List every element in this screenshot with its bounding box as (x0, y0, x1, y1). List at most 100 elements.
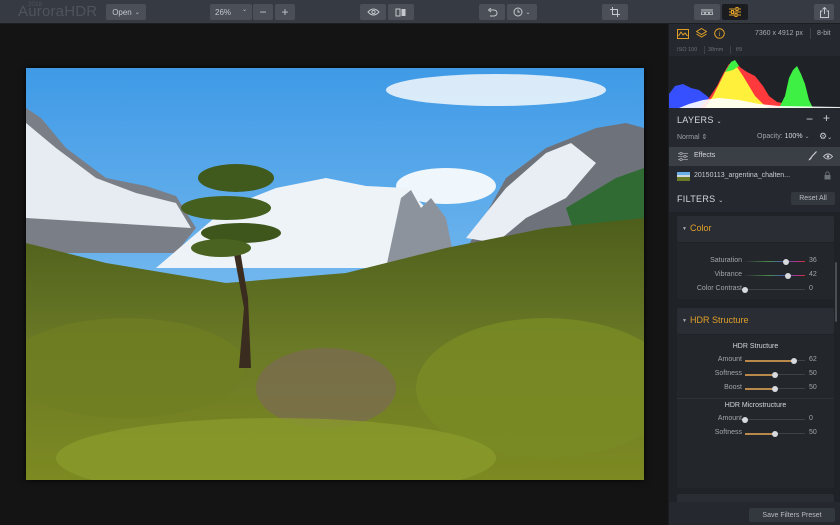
blend-mode-value: Normal (677, 134, 700, 141)
filters-list[interactable]: ▼ Color Saturation 36 Vibrance 42 Color … (669, 212, 840, 502)
reset-all-label: Reset All (799, 195, 827, 202)
filters-title[interactable]: FILTERS ⌄ (677, 194, 724, 204)
compare-button[interactable] (388, 4, 414, 20)
opacity-value: 100% (784, 133, 803, 140)
slider-knob[interactable] (784, 272, 791, 279)
layer-row-effects[interactable]: Effects (669, 147, 840, 166)
slider-color-contrast[interactable]: Color Contrast 0 (677, 284, 834, 296)
layers-header: LAYERS ⌄ − + (669, 110, 840, 130)
slider-knob[interactable] (742, 286, 748, 293)
slider-knob[interactable] (772, 385, 778, 392)
slider-vibrance[interactable]: Vibrance 42 (677, 270, 834, 282)
section-title: HDR Denoise (690, 501, 745, 502)
blend-mode-select[interactable]: Normal ⇕ (677, 133, 707, 141)
image-canvas[interactable] (0, 25, 668, 525)
share-button[interactable] (814, 4, 834, 20)
layer-row-image[interactable]: 20150113_argentina_chalten... (669, 167, 840, 186)
slider-label: Amount (717, 415, 742, 422)
slider-label: Softness (714, 370, 742, 377)
slider-microstructure-amount[interactable]: Amount 0 (677, 414, 834, 426)
chevron-down-icon: ⌄ (718, 198, 724, 204)
slider-knob[interactable] (772, 371, 778, 378)
slider-structure-softness[interactable]: Softness 50 (677, 369, 834, 381)
chevron-down-icon: ⌄ (134, 9, 140, 16)
group-title: HDR Structure (732, 343, 779, 350)
updown-chevron-icon: ⇕ (701, 134, 708, 141)
bit-depth: 8-bit (817, 30, 831, 37)
slider-knob[interactable] (782, 258, 789, 265)
slider-knob[interactable] (790, 357, 797, 364)
zoom-value: 26% (215, 7, 232, 17)
remove-layer-button[interactable]: − (806, 112, 813, 126)
adjustments-panel-button[interactable] (722, 4, 748, 20)
layers-title[interactable]: LAYERS ⌄ (677, 115, 722, 125)
undo-icon (487, 7, 497, 16)
slider-label: Amount (717, 356, 742, 363)
color-section-body: Saturation 36 Vibrance 42 Color Contrast… (677, 243, 834, 299)
zoom-out-button[interactable]: − (253, 4, 273, 20)
layer-thumbnail (677, 172, 690, 181)
exif-row: ISO 100 38mm f/9 (669, 44, 840, 56)
landscape-photo (26, 68, 644, 480)
collapse-triangle-icon: ▼ (682, 318, 687, 324)
zoom-in-button[interactable]: + (275, 4, 295, 20)
slider-track[interactable] (745, 357, 805, 364)
presets-panel-button[interactable] (694, 4, 720, 20)
slider-structure-boost[interactable]: Boost 50 (677, 383, 834, 395)
filter-section-hdr-denoise[interactable]: ▼ HDR Denoise (677, 494, 834, 502)
hdr-structure-body: HDR Structure Amount 62 Softness 50 Boos… (677, 335, 834, 488)
slider-track[interactable] (745, 258, 805, 265)
add-layer-button[interactable]: + (823, 111, 830, 125)
undo-button[interactable] (479, 4, 505, 20)
reset-all-button[interactable]: Reset All (791, 192, 835, 205)
slider-label: Boost (724, 384, 742, 391)
eye-icon[interactable] (823, 153, 833, 160)
lock-icon[interactable] (824, 171, 831, 180)
slider-value: 50 (809, 384, 817, 391)
preview-button[interactable] (360, 4, 386, 20)
history-button[interactable]: ⌄ (507, 4, 537, 20)
slider-value: 0 (809, 415, 813, 422)
opacity-label: Opacity: (757, 133, 783, 140)
crop-button[interactable] (602, 4, 628, 20)
slider-knob[interactable] (772, 430, 778, 437)
slider-saturation[interactable]: Saturation 36 (677, 256, 834, 268)
slider-track[interactable] (745, 272, 805, 279)
info-icon[interactable]: i (714, 28, 725, 39)
collapse-triangle-icon: ▼ (682, 226, 687, 232)
app-logo: 2018 AuroraHDR (18, 2, 97, 20)
plus-icon: + (281, 5, 289, 19)
divider (677, 398, 834, 399)
slider-track[interactable] (742, 286, 805, 293)
filters-scrollbar[interactable] (835, 262, 837, 322)
slider-knob[interactable] (742, 416, 748, 423)
chevron-down-icon: ⌄ (241, 7, 247, 13)
save-filters-preset-button[interactable]: Save Filters Preset (749, 508, 835, 522)
layer-settings-gear-icon[interactable]: ⚙⌄ (819, 131, 832, 142)
histogram-icon[interactable] (677, 29, 689, 39)
slider-track[interactable] (745, 430, 805, 437)
layer-options-row: Normal ⇕ Opacity: 100% ⌄ ⚙⌄ (669, 130, 840, 145)
opacity-select[interactable]: Opacity: 100% ⌄ (757, 133, 810, 140)
zoom-select[interactable]: 26% ⌄ (210, 4, 252, 20)
filter-section-hdr-structure[interactable]: ▼ HDR Structure (677, 308, 834, 334)
layers-stack-icon[interactable] (696, 28, 707, 39)
slider-label: Saturation (710, 257, 742, 264)
presets-strip-icon (701, 9, 713, 15)
slider-track[interactable] (745, 371, 805, 378)
slider-structure-amount[interactable]: Amount 62 (677, 355, 834, 367)
slider-microstructure-softness[interactable]: Softness 50 (677, 428, 834, 440)
slider-value: 50 (809, 370, 817, 377)
split-compare-icon (395, 8, 406, 16)
open-button[interactable]: Open ⌄ (106, 4, 146, 20)
section-title: HDR Structure (690, 315, 749, 325)
brush-icon[interactable] (808, 151, 817, 161)
slider-track[interactable] (745, 385, 805, 392)
slider-label: Softness (714, 429, 742, 436)
adjustment-layer-icon (678, 152, 688, 161)
slider-track[interactable] (742, 416, 805, 423)
slider-value: 50 (809, 429, 817, 436)
divider (704, 46, 705, 54)
filter-section-color[interactable]: ▼ Color (677, 216, 834, 242)
slider-fill (745, 387, 775, 390)
